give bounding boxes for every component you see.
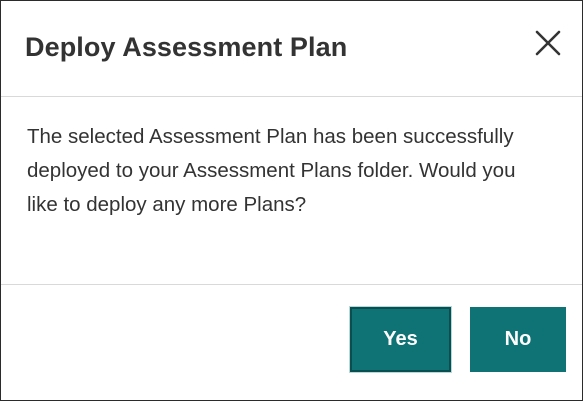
dialog-body: The selected Assessment Plan has been su… — [1, 97, 582, 285]
yes-button[interactable]: Yes — [350, 307, 451, 372]
deploy-assessment-plan-dialog: Deploy Assessment Plan The selected Asse… — [0, 0, 583, 401]
dialog-message: The selected Assessment Plan has been su… — [27, 125, 516, 216]
close-button[interactable] — [534, 29, 562, 57]
dialog-footer: Yes No — [1, 285, 582, 400]
close-icon — [535, 30, 561, 56]
dialog-header: Deploy Assessment Plan — [1, 1, 582, 97]
no-button[interactable]: No — [470, 307, 566, 372]
dialog-title: Deploy Assessment Plan — [25, 32, 348, 62]
